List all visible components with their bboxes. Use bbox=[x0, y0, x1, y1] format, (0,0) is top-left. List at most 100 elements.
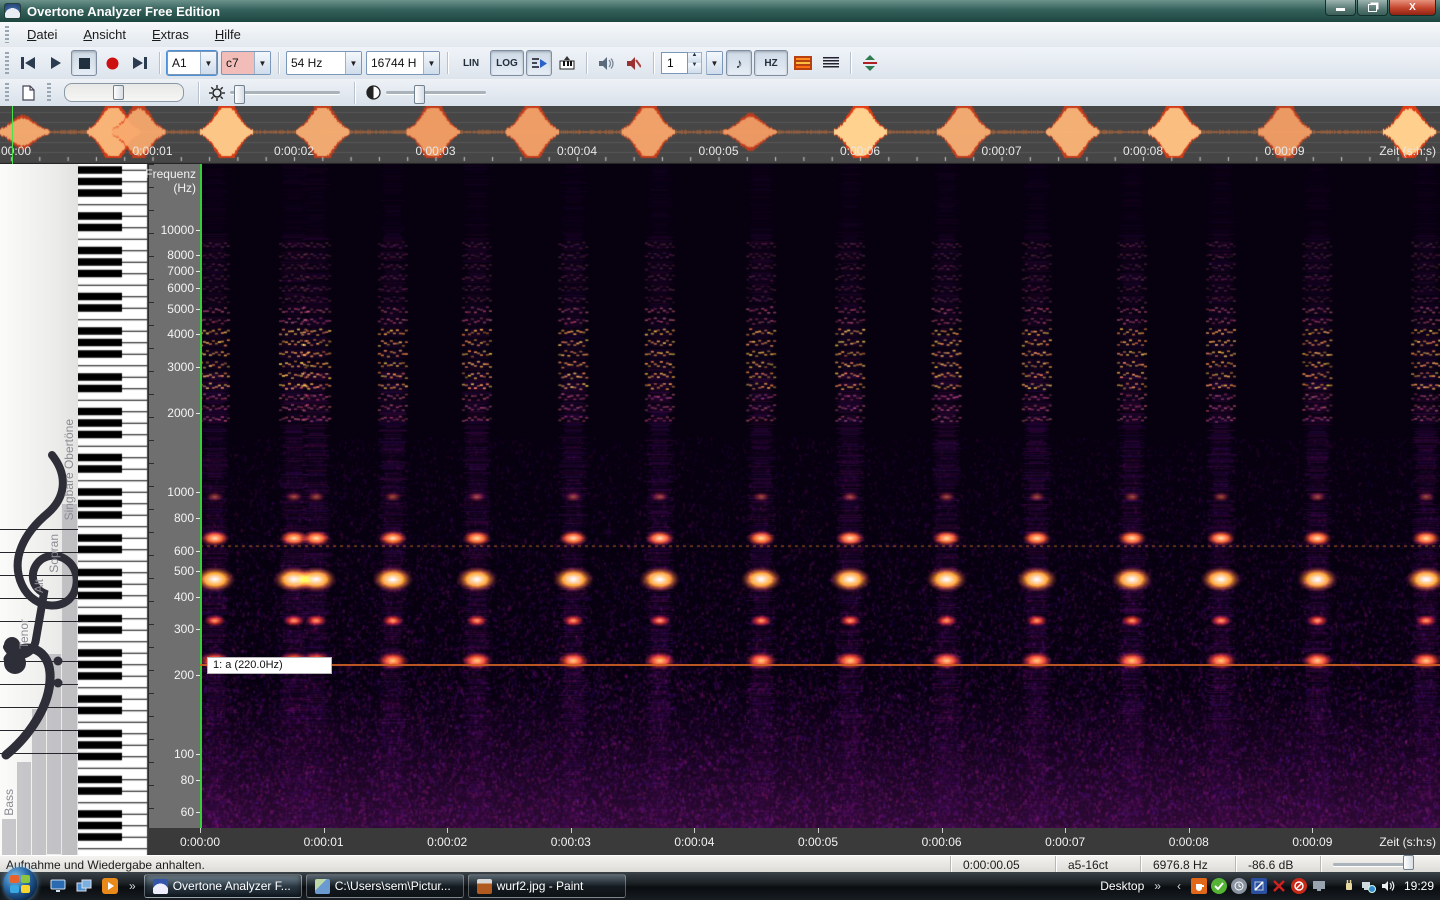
range-label: Bass bbox=[2, 789, 16, 816]
time-axis-label: 0:00:04 bbox=[674, 835, 715, 849]
keyboard-overlay-button[interactable] bbox=[554, 50, 580, 76]
media-player-icon[interactable] bbox=[99, 875, 121, 897]
tray-collapse-icon[interactable]: ‹ bbox=[1177, 879, 1181, 893]
chevron-down-icon[interactable]: ▼ bbox=[254, 52, 270, 74]
scroll-view-button[interactable] bbox=[526, 50, 552, 76]
desktop-chevron-icon[interactable]: » bbox=[1154, 879, 1161, 893]
freq-axis-label: 80 bbox=[180, 773, 194, 787]
show-desktop-icon[interactable] bbox=[47, 875, 69, 897]
title-bar: Overtone Analyzer Free Edition X bbox=[0, 0, 1440, 22]
slider-thumb[interactable] bbox=[234, 84, 245, 104]
linear-scale-button[interactable]: LIN bbox=[454, 50, 488, 76]
overview-time-label: 0:00:08 bbox=[1122, 144, 1164, 158]
brightness-slider[interactable] bbox=[230, 82, 340, 104]
desktop-toolbar-label[interactable]: Desktop bbox=[1100, 879, 1144, 893]
piano-keyboard[interactable] bbox=[78, 164, 148, 855]
axis-title: (Hz) bbox=[173, 181, 196, 195]
log-scale-button[interactable]: LOG bbox=[490, 50, 524, 76]
time-axis-label: 0:00:01 bbox=[303, 835, 344, 849]
overview-axis-label: Zeit (s:h:s) bbox=[1379, 144, 1436, 158]
high-note-select[interactable]: c7 ▼ bbox=[221, 51, 271, 75]
menu-datei[interactable]: Datei bbox=[14, 24, 70, 45]
contrast-icon bbox=[362, 82, 384, 104]
slider-thumb[interactable] bbox=[414, 84, 425, 104]
menu-bar: Datei Ansicht Extras Hilfe bbox=[0, 22, 1440, 48]
partial-select[interactable]: ▼ bbox=[706, 51, 723, 75]
new-file-button[interactable] bbox=[15, 80, 41, 106]
speaker-icon[interactable] bbox=[1381, 878, 1397, 894]
max-freq-select[interactable]: 16744 H ▼ bbox=[366, 51, 440, 75]
clock[interactable]: 19:29 bbox=[1404, 879, 1434, 893]
time-axis-label: 0:00:06 bbox=[921, 835, 962, 849]
freq-axis-label: 500 bbox=[173, 564, 194, 578]
status-volume-slider[interactable] bbox=[1320, 854, 1440, 873]
time-axis-label: 0:00:08 bbox=[1168, 835, 1209, 849]
frequency-display-button[interactable]: HZ bbox=[754, 50, 788, 76]
skip-end-button[interactable] bbox=[127, 50, 153, 76]
time-axis-label: Zeit (s:h:s) bbox=[1379, 835, 1436, 849]
chevron-down-icon[interactable]: ▼ bbox=[423, 52, 439, 74]
skip-start-button[interactable] bbox=[15, 50, 41, 76]
slider-thumb[interactable] bbox=[113, 85, 124, 100]
taskbar-button-overtone[interactable]: Overtone Analyzer F... bbox=[143, 874, 302, 898]
record-button[interactable] bbox=[99, 50, 125, 76]
range-label: Alt bbox=[32, 579, 46, 594]
status-level: -86.6 dB bbox=[1235, 856, 1320, 873]
start-button[interactable] bbox=[3, 867, 37, 900]
spectrum-lines-view-button[interactable] bbox=[818, 50, 844, 76]
partial-count-stepper[interactable]: 1 ▲ ▼ bbox=[661, 52, 702, 74]
scheduler-icon[interactable] bbox=[1230, 878, 1247, 894]
chevron-down-icon[interactable]: ▼ bbox=[345, 52, 361, 74]
restore-button[interactable] bbox=[1357, 0, 1388, 16]
menu-ansicht[interactable]: Ansicht bbox=[70, 24, 139, 45]
toolbar-grip bbox=[47, 83, 51, 102]
menu-extras[interactable]: Extras bbox=[139, 24, 202, 45]
playback-cursor[interactable] bbox=[200, 164, 202, 828]
minimize-button[interactable] bbox=[1325, 0, 1356, 16]
quicklaunch-chevron-icon[interactable]: » bbox=[129, 879, 136, 893]
freq-axis-label: 800 bbox=[173, 511, 194, 525]
switch-windows-icon[interactable] bbox=[73, 875, 95, 897]
range-label: Singbare Obertöne bbox=[62, 419, 76, 521]
status-bar: Aufnahme und Wiedergabe anhalten. 0:00:0… bbox=[0, 854, 1440, 873]
overview-time-label: 0:00:09 bbox=[1264, 144, 1305, 158]
antivirus-check-icon[interactable] bbox=[1210, 878, 1227, 894]
slider-thumb[interactable] bbox=[1403, 854, 1414, 870]
network-icon[interactable] bbox=[1361, 878, 1377, 894]
taskbar-button-explorer[interactable]: C:\Users\sem\Pictur... bbox=[305, 874, 464, 898]
disabled-device-icon[interactable] bbox=[1271, 878, 1287, 894]
contrast-slider[interactable] bbox=[386, 82, 486, 104]
zoom-slider[interactable] bbox=[64, 83, 184, 102]
display-utility-icon[interactable] bbox=[1250, 878, 1267, 894]
play-button[interactable] bbox=[43, 50, 69, 76]
time-axis-label: 0:00:05 bbox=[797, 835, 839, 849]
menu-hilfe[interactable]: Hilfe bbox=[202, 24, 254, 45]
taskbar-button-paint[interactable]: wurf2.jpg - Paint bbox=[467, 874, 626, 898]
status-frequency: 6976.8 Hz bbox=[1140, 856, 1235, 873]
note-names-button[interactable]: ♪ bbox=[726, 50, 752, 76]
chevron-down-icon[interactable]: ▼ bbox=[706, 52, 722, 74]
low-note-select[interactable]: A1 ▼ bbox=[166, 50, 218, 76]
status-message: Aufnahme und Wiedergabe anhalten. bbox=[6, 857, 205, 872]
blocked-status-icon[interactable] bbox=[1290, 878, 1307, 894]
main-toolbar: A1 ▼ c7 ▼ 54 Hz ▼ 16744 H ▼ LIN LOG 1 ▲ ▼ bbox=[0, 47, 1440, 80]
power-plug-icon[interactable] bbox=[1341, 878, 1357, 894]
spectrogram-view-button[interactable] bbox=[790, 50, 816, 76]
freq-axis-label: 5000 bbox=[167, 302, 194, 316]
close-button[interactable]: X bbox=[1389, 0, 1436, 16]
waveform-overview[interactable]: 0:00:00 0:00:01 0:00:02 0:00:03 0:00:04 0:00:… bbox=[0, 106, 1440, 164]
chevron-down-icon[interactable]: ▼ bbox=[200, 52, 216, 74]
overview-playback-cursor[interactable] bbox=[12, 106, 13, 164]
freq-axis-label: 300 bbox=[173, 622, 194, 636]
main-area: Singbare Obertöne Sopran Alt Tenor Bass … bbox=[0, 164, 1440, 855]
java-icon[interactable] bbox=[1190, 878, 1207, 894]
min-freq-select[interactable]: 54 Hz ▼ bbox=[286, 51, 362, 75]
monitor-icon[interactable] bbox=[1311, 878, 1327, 894]
stop-button[interactable] bbox=[71, 50, 97, 76]
stepper-arrows[interactable]: ▲ ▼ bbox=[688, 52, 702, 74]
mute-button[interactable] bbox=[621, 50, 647, 76]
speaker-button[interactable] bbox=[593, 50, 619, 76]
pitch-marker-line[interactable] bbox=[200, 664, 1440, 666]
spectrogram[interactable] bbox=[200, 164, 1440, 828]
split-view-button[interactable] bbox=[857, 50, 883, 76]
